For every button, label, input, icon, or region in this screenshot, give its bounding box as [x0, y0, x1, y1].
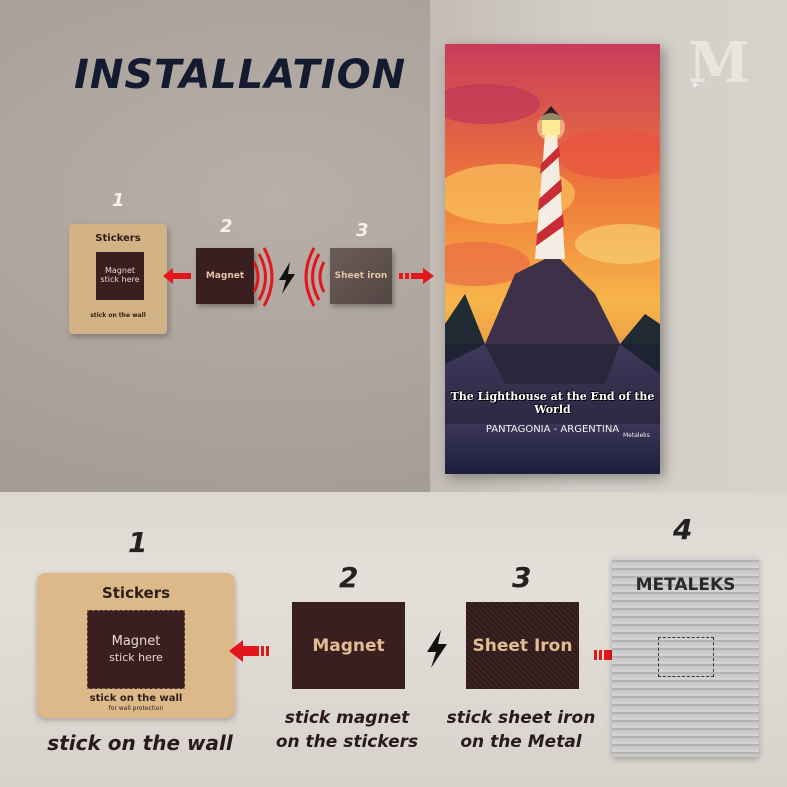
metal-panel: METALEKS [612, 557, 759, 757]
magnetic-waves-icon [304, 247, 326, 307]
caption-step1: stick on the wall [47, 731, 233, 755]
top-sticker-magnet-line2: stick here [100, 275, 140, 284]
metal-poster: The Lighthouse at the End of the World P… [445, 44, 660, 474]
top-step-number-1: 1 [112, 190, 125, 211]
caption-step3: stick sheet iron on the Metal [432, 706, 610, 754]
magnetic-waves-icon [252, 247, 274, 307]
top-magnet-block: Magnet [196, 248, 254, 304]
step-number-2: 2 [339, 561, 359, 594]
top-sticker-footer: stick on the wall [90, 312, 146, 319]
poster-title: The Lighthouse at the End of the World [450, 390, 655, 416]
caption-step3-line1: stick sheet iron [446, 708, 596, 728]
sheet-iron-block: Sheet Iron [466, 602, 579, 689]
step-number-3: 3 [512, 561, 532, 594]
sticker-label: Stickers [101, 584, 171, 602]
top-step-number-2: 2 [220, 216, 233, 237]
sticker-card: Stickers Magnet stick here stick on the … [37, 573, 235, 718]
lightning-icon [427, 630, 447, 668]
top-sticker-magnet-line1: Magnet [104, 266, 135, 275]
caption-step2: stick magnet on the stickers [262, 706, 432, 754]
magnet-block: Magnet [292, 602, 405, 689]
sticker-footer-line2: for wall protection [108, 705, 164, 712]
top-step-number-3: 3 [356, 220, 369, 241]
sticker-footer-line1: stick on the wall [89, 693, 183, 704]
sticker-magnet-line1: Magnet [111, 634, 161, 649]
lightning-icon [279, 262, 295, 294]
top-sticker-label: Stickers [95, 233, 141, 244]
arrow-left-icon [163, 268, 191, 284]
poster-brand: Metaleks [623, 432, 650, 439]
step-number-4: 4 [673, 513, 693, 546]
arrow-right-icon [399, 268, 434, 284]
step-number-1: 1 [128, 526, 148, 559]
logo-sparkle-icon: ✦ [690, 78, 701, 92]
sticker-magnet-line2: stick here [109, 651, 163, 664]
metal-placement-outline [658, 637, 714, 677]
arrow-left-icon [229, 640, 269, 662]
caption-step2-line2: on the stickers [275, 732, 419, 752]
page-title: INSTALLATION [74, 52, 407, 98]
caption-step2-line1: stick magnet [284, 708, 410, 728]
top-sticker-magnet-area: Magnet stick here [96, 252, 144, 300]
metal-panel-label: METALEKS [635, 575, 736, 595]
caption-step3-line2: on the Metal [460, 732, 582, 752]
top-sheet-iron-block: Sheet iron [330, 248, 392, 304]
sticker-magnet-area: Magnet stick here [87, 610, 185, 689]
top-sticker-card: Stickers Magnet stick here stick on the … [69, 224, 167, 334]
